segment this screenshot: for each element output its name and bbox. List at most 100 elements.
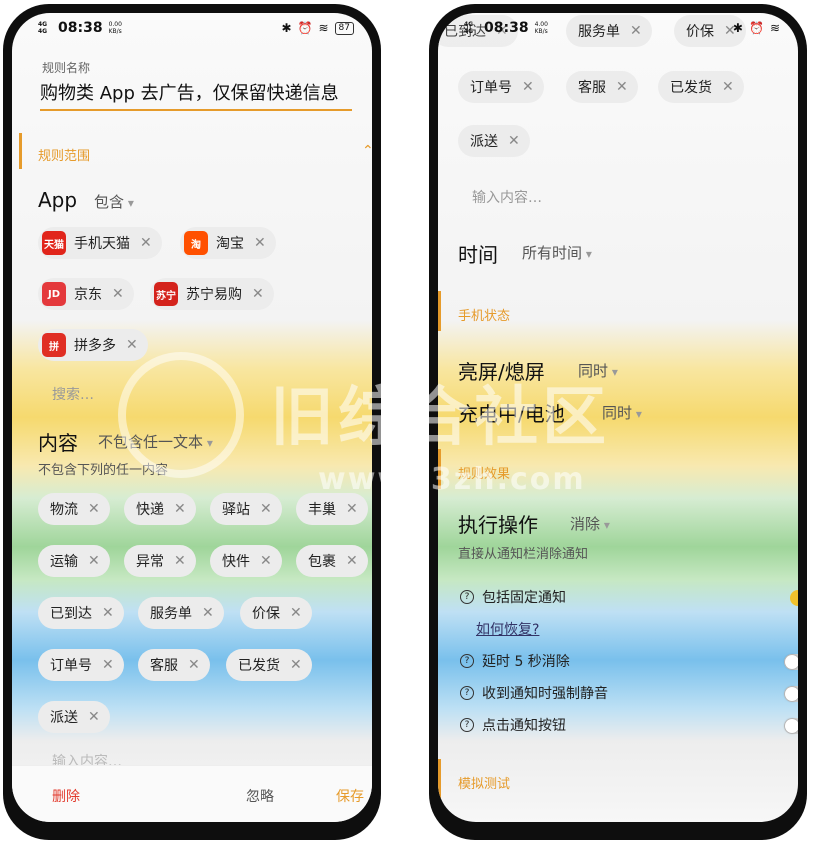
help-icon[interactable]: ?	[460, 686, 474, 700]
search-input[interactable]: 搜索…	[52, 384, 94, 404]
keyword-chip[interactable]: 服务单 ✕	[138, 597, 224, 629]
close-icon[interactable]: ✕	[112, 286, 124, 302]
suning-icon: 苏宁	[154, 282, 178, 306]
close-icon[interactable]: ✕	[174, 553, 186, 569]
ignore-button[interactable]: 忽略	[246, 786, 274, 806]
close-icon[interactable]: ✕	[202, 605, 214, 621]
net-speed: 0.00 KB/s	[108, 21, 122, 35]
close-icon[interactable]: ✕	[616, 79, 628, 95]
keyword-chip[interactable]: 物流 ✕	[38, 493, 110, 525]
alarm-icon: ⏰	[297, 21, 313, 35]
app-chip-suning[interactable]: 苏宁 苏宁易购 ✕	[150, 278, 274, 310]
status-bar: 4G 4G 08:38 0.00 KB/s ✱ ⏰ ≋ 87	[12, 13, 372, 43]
close-icon[interactable]: ✕	[88, 553, 100, 569]
keyword-chip[interactable]: 运输 ✕	[38, 545, 110, 577]
jd-icon: JD	[42, 282, 66, 306]
rule-name-label: 规则名称	[42, 61, 91, 75]
content-label: 内容	[38, 431, 78, 455]
keyword-chip[interactable]: 价保 ✕	[240, 597, 312, 629]
close-icon[interactable]: ✕	[722, 79, 734, 95]
close-icon[interactable]: ✕	[140, 235, 152, 251]
save-button[interactable]: 保存	[336, 786, 364, 806]
help-icon[interactable]: ?	[460, 590, 474, 604]
close-icon[interactable]: ✕	[102, 657, 114, 673]
taobao-icon: 淘	[184, 231, 208, 255]
keyword-chip[interactable]: 丰巢 ✕	[296, 493, 368, 525]
close-icon[interactable]: ✕	[174, 501, 186, 517]
close-icon[interactable]: ✕	[188, 657, 200, 673]
watermark-logo	[118, 352, 244, 478]
content-input[interactable]: 输入内容…	[472, 187, 542, 207]
close-icon[interactable]: ✕	[346, 553, 358, 569]
rule-name-input[interactable]: 购物类 App 去广告，仅保留快递信息	[40, 79, 352, 111]
bottom-action-bar: 删除 忽略 保存	[12, 765, 372, 822]
keyword-chip[interactable]: 快件 ✕	[210, 545, 282, 577]
help-icon[interactable]: ?	[460, 718, 474, 732]
option-include-fixed: ? 包括固定通知	[460, 587, 566, 607]
alarm-icon: ⏰	[748, 21, 764, 35]
help-icon[interactable]: ?	[460, 654, 474, 668]
app-mode-dropdown[interactable]: 包含	[94, 191, 134, 212]
close-icon[interactable]: ✕	[88, 501, 100, 517]
close-icon[interactable]: ✕	[260, 501, 272, 517]
wifi-icon: ≋	[769, 21, 780, 35]
keyword-chip[interactable]: 订单号 ✕	[458, 71, 544, 103]
time-mode-dropdown[interactable]: 所有时间	[522, 242, 592, 263]
action-desc: 直接从通知栏消除通知	[458, 547, 589, 562]
how-restore-link[interactable]: 如何恢复?	[476, 619, 539, 639]
close-icon[interactable]: ✕	[290, 605, 302, 621]
section-title-phone-state: 手机状态	[458, 309, 511, 324]
section-bar	[19, 133, 22, 169]
toggle-include-fixed[interactable]	[790, 590, 798, 606]
keyword-chip[interactable]: 派送 ✕	[458, 125, 530, 157]
close-icon[interactable]: ✕	[88, 709, 100, 725]
pinduoduo-icon: 拼	[42, 333, 66, 357]
keyword-chip[interactable]: 已到达 ✕	[38, 597, 124, 629]
keyword-chip[interactable]: 驿站 ✕	[210, 493, 282, 525]
close-icon[interactable]: ✕	[254, 235, 266, 251]
app-chip-pinduoduo[interactable]: 拼 拼多多 ✕	[38, 329, 148, 361]
keyword-chip[interactable]: 订单号 ✕	[38, 649, 124, 681]
keyword-chip[interactable]: 快递 ✕	[124, 493, 196, 525]
close-icon[interactable]: ✕	[522, 79, 534, 95]
section-bar	[438, 291, 441, 331]
status-bar: 4G 4G 08:38 4.00 KB/s ✱ ⏰ ≋	[438, 13, 798, 43]
signal-icon: 4G 4G	[38, 21, 48, 35]
close-icon[interactable]: ✕	[252, 286, 264, 302]
toggle-delay[interactable]	[784, 654, 798, 670]
keyword-chip[interactable]: 已发货 ✕	[658, 71, 744, 103]
action-label: 执行操作	[458, 513, 538, 537]
section-bar	[438, 759, 441, 799]
keyword-chip[interactable]: 已发货 ✕	[226, 649, 312, 681]
section-title-rule-scope: 规则范围	[38, 149, 91, 164]
watermark-text: 旧综合社区	[270, 381, 610, 455]
signal-icon: 4G 4G	[464, 21, 474, 35]
bluetooth-icon: ✱	[732, 21, 743, 35]
close-icon[interactable]: ✕	[126, 337, 138, 353]
bluetooth-icon: ✱	[281, 21, 292, 35]
close-icon[interactable]: ✕	[102, 605, 114, 621]
chevron-up-icon[interactable]: ⌃	[362, 143, 372, 159]
option-click-button: ? 点击通知按钮	[460, 715, 566, 735]
toggle-click-button[interactable]	[784, 718, 798, 734]
battery-icon: 87	[334, 21, 354, 35]
app-chip-jd[interactable]: JD 京东 ✕	[38, 278, 134, 310]
option-mute: ? 收到通知时强制静音	[460, 683, 608, 703]
toggle-mute[interactable]	[784, 686, 798, 702]
close-icon[interactable]: ✕	[508, 133, 520, 149]
action-mode-dropdown[interactable]: 消除	[570, 513, 610, 534]
app-chip-taobao[interactable]: 淘 淘宝 ✕	[180, 227, 276, 259]
keyword-chip[interactable]: 派送 ✕	[38, 701, 110, 733]
keyword-chip[interactable]: 异常 ✕	[124, 545, 196, 577]
status-time: 08:38	[484, 20, 529, 36]
keyword-chip[interactable]: 包裹 ✕	[296, 545, 368, 577]
app-label: App	[38, 188, 78, 212]
keyword-chip[interactable]: 客服 ✕	[138, 649, 210, 681]
option-delay: ? 延时 5 秒消除	[460, 651, 570, 671]
app-chip-tmall[interactable]: 天猫 手机天猫 ✕	[38, 227, 162, 259]
close-icon[interactable]: ✕	[346, 501, 358, 517]
delete-button[interactable]: 删除	[52, 786, 80, 806]
close-icon[interactable]: ✕	[260, 553, 272, 569]
close-icon[interactable]: ✕	[290, 657, 302, 673]
keyword-chip[interactable]: 客服 ✕	[566, 71, 638, 103]
